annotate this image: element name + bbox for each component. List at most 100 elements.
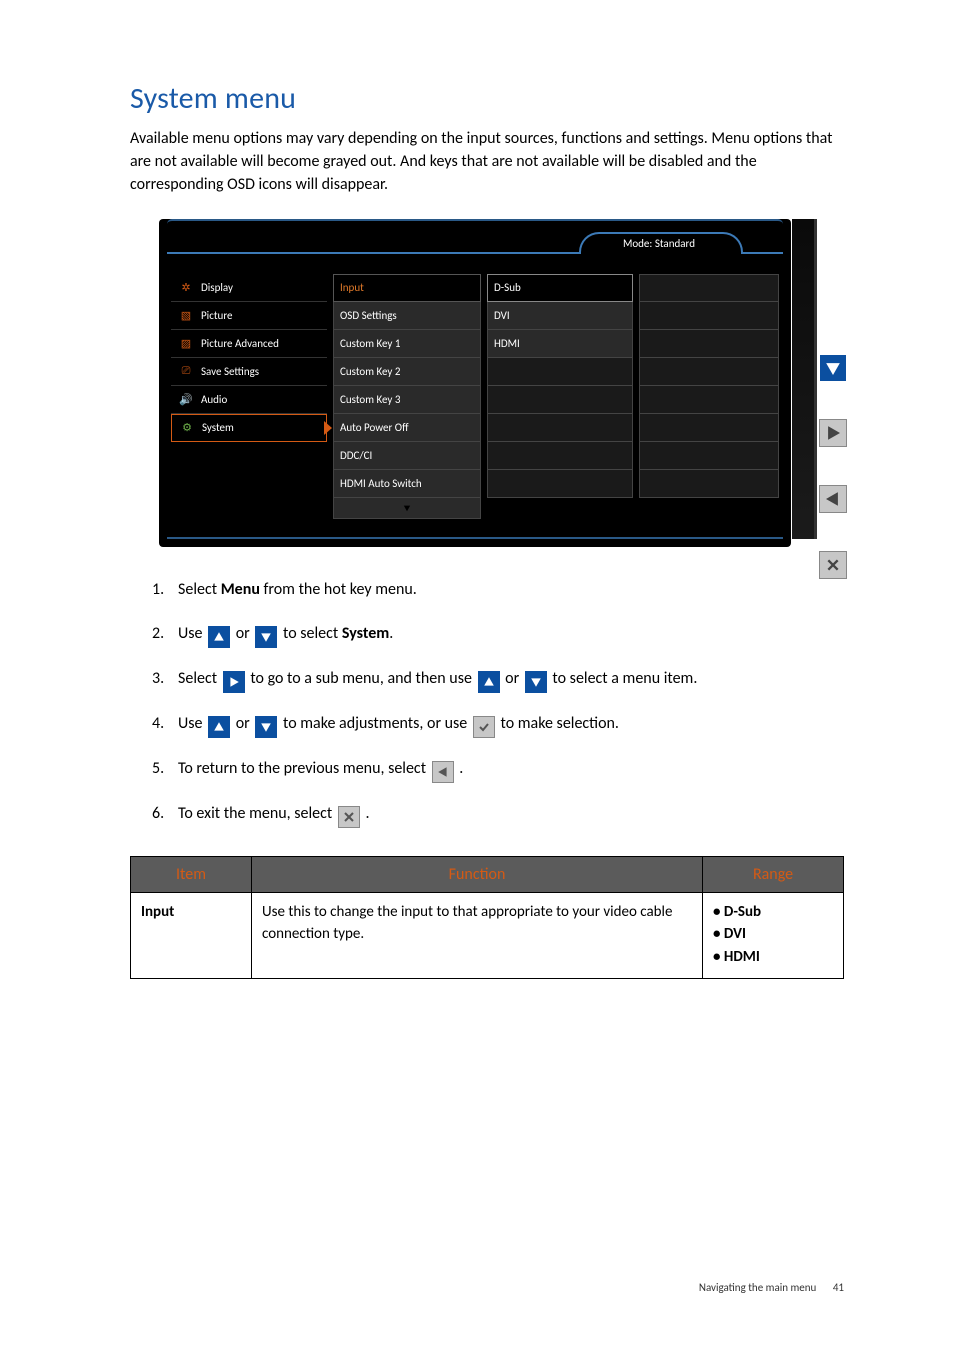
- hardkey-right[interactable]: [819, 419, 847, 447]
- cell-function: Use this to change the input to that app…: [252, 892, 703, 979]
- osd-far-empty: [639, 470, 779, 498]
- th-range: Range: [703, 856, 844, 892]
- osd-far-menu: [639, 274, 779, 519]
- osd-right-menu: D-Sub DVI HDMI: [487, 274, 633, 519]
- osd-mid-menu: Input OSD Settings Custom Key 1 Custom K…: [333, 274, 481, 519]
- osd-far-empty: [639, 386, 779, 414]
- left-icon: [432, 761, 454, 783]
- close-icon: [338, 806, 360, 828]
- osd-mid-custom2[interactable]: Custom Key 2: [333, 358, 481, 386]
- step-5: To return to the previous menu, select .: [152, 756, 844, 783]
- page-footer: Navigating the main menu 41: [699, 1281, 844, 1294]
- step-4: Use or to make adjustments, or use to ma…: [152, 711, 844, 738]
- chevron-down-icon: [401, 504, 413, 512]
- osd-right-hdmi[interactable]: HDMI: [487, 330, 633, 358]
- osd-mid-label: Custom Key 2: [340, 365, 400, 378]
- step-2: Use or to select System.: [152, 621, 844, 648]
- osd-mid-hdmiauto[interactable]: HDMI Auto Switch: [333, 470, 481, 498]
- osd-right-dsub[interactable]: D-Sub: [487, 274, 633, 302]
- osd-left-label: Save Settings: [201, 365, 259, 378]
- down-icon: [255, 716, 277, 738]
- osd-mid-autopoweroff[interactable]: Auto Power Off: [333, 414, 481, 442]
- display-icon: ✲: [177, 281, 195, 294]
- osd-screenshot: Mode: Standard ✲ Display ▧ Picture ▨ Pic…: [159, 219, 851, 547]
- osd-left-menu: ✲ Display ▧ Picture ▨ Picture Advanced ⎚…: [171, 274, 327, 519]
- osd-far-empty: [639, 302, 779, 330]
- osd-mid-label: Custom Key 3: [340, 393, 400, 406]
- osd-mid-label: Auto Power Off: [340, 421, 409, 434]
- save-icon: ⎚: [177, 364, 195, 378]
- osd-mid-osd-settings[interactable]: OSD Settings: [333, 302, 481, 330]
- monitor-bezel: [792, 219, 817, 539]
- osd-right-label: HDMI: [494, 337, 520, 350]
- system-icon: ⚙: [178, 421, 196, 434]
- osd-left-display[interactable]: ✲ Display: [171, 274, 327, 302]
- down-icon: [255, 626, 277, 648]
- hardkey-down[interactable]: [820, 355, 846, 381]
- osd-mid-more[interactable]: [333, 498, 481, 519]
- osd-left-picture[interactable]: ▧ Picture: [171, 302, 327, 330]
- th-function: Function: [252, 856, 703, 892]
- osd-right-label: D-Sub: [494, 281, 521, 294]
- hardkey-left[interactable]: [819, 485, 847, 513]
- osd-right-dvi[interactable]: DVI: [487, 302, 633, 330]
- cross-icon: [826, 558, 840, 572]
- down-icon: [525, 671, 547, 693]
- osd-mid-label: HDMI Auto Switch: [340, 477, 422, 490]
- cell-item: Input: [131, 892, 252, 979]
- triangle-down-icon: [826, 361, 840, 375]
- osd-right-empty: [487, 414, 633, 442]
- th-item: Item: [131, 856, 252, 892]
- osd-left-label: Picture Advanced: [201, 337, 279, 350]
- page-title: System menu: [130, 80, 844, 117]
- osd-panel: Mode: Standard ✲ Display ▧ Picture ▨ Pic…: [159, 219, 791, 547]
- cell-range: • D-Sub • DVI • HDMI: [703, 892, 844, 979]
- up-icon: [208, 626, 230, 648]
- picture-advanced-icon: ▨: [177, 337, 195, 350]
- osd-right-empty: [487, 470, 633, 498]
- osd-far-empty: [639, 414, 779, 442]
- osd-mid-custom1[interactable]: Custom Key 1: [333, 330, 481, 358]
- osd-right-empty: [487, 442, 633, 470]
- osd-left-label: System: [202, 421, 234, 434]
- osd-mid-input[interactable]: Input: [333, 274, 481, 302]
- osd-right-label: DVI: [494, 309, 510, 322]
- osd-mid-label: OSD Settings: [340, 309, 397, 322]
- footer-text: Navigating the main menu: [699, 1281, 816, 1294]
- osd-mid-label: Custom Key 1: [340, 337, 400, 350]
- step-3: Select to go to a sub menu, and then use…: [152, 666, 844, 693]
- osd-left-save-settings[interactable]: ⎚ Save Settings: [171, 358, 327, 386]
- triangle-left-icon: [826, 492, 840, 506]
- hardkey-close[interactable]: [819, 551, 847, 579]
- osd-far-empty: [639, 442, 779, 470]
- side-hardware-keys: [815, 269, 851, 579]
- osd-mid-label: DDC/CI: [340, 449, 372, 462]
- step-1: Select Menu from the hot key menu.: [152, 577, 844, 603]
- osd-left-picture-advanced[interactable]: ▨ Picture Advanced: [171, 330, 327, 358]
- right-icon: [223, 671, 245, 693]
- audio-icon: 🔊: [177, 393, 195, 406]
- osd-mid-custom3[interactable]: Custom Key 3: [333, 386, 481, 414]
- osd-left-audio[interactable]: 🔊 Audio: [171, 386, 327, 414]
- osd-left-label: Audio: [201, 393, 227, 406]
- table-row: Input Use this to change the input to th…: [131, 892, 844, 979]
- up-icon: [478, 671, 500, 693]
- osd-left-label: Picture: [201, 309, 233, 322]
- picture-icon: ▧: [177, 309, 195, 322]
- osd-far-empty: [639, 358, 779, 386]
- intro-paragraph: Available menu options may vary dependin…: [130, 127, 844, 197]
- osd-mid-label: Input: [340, 281, 364, 294]
- osd-mid-ddcci[interactable]: DDC/CI: [333, 442, 481, 470]
- osd-far-empty: [639, 274, 779, 302]
- up-icon: [208, 716, 230, 738]
- page-number: 41: [833, 1281, 844, 1294]
- check-icon: [473, 716, 495, 738]
- osd-left-label: Display: [201, 281, 233, 294]
- triangle-right-icon: [826, 426, 840, 440]
- osd-right-empty: [487, 358, 633, 386]
- active-arrow-icon: [324, 421, 332, 435]
- osd-left-system[interactable]: ⚙ System: [171, 414, 327, 442]
- step-6: To exit the menu, select .: [152, 801, 844, 828]
- osd-right-empty: [487, 386, 633, 414]
- step-list: Select Menu from the hot key menu. Use o…: [130, 577, 844, 828]
